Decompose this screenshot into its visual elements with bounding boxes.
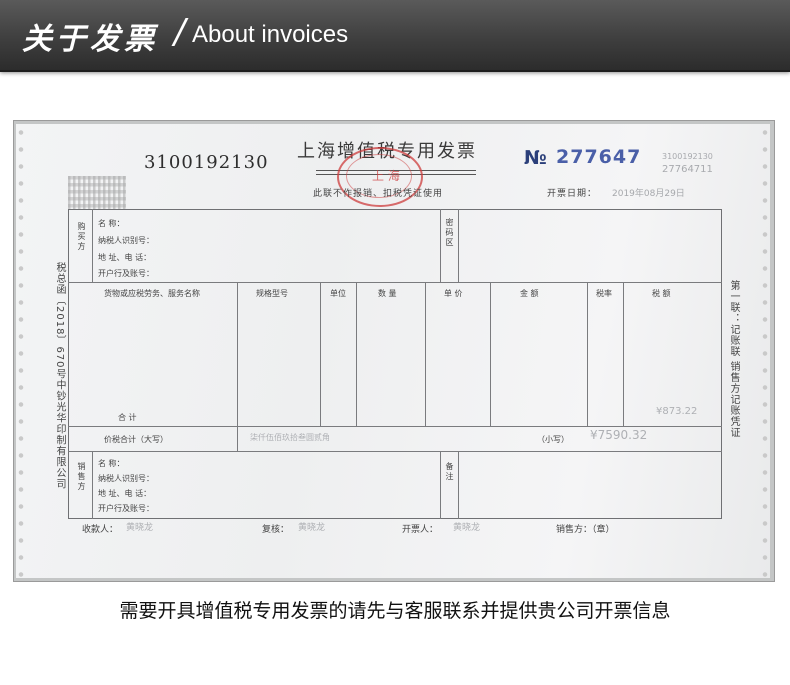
- invoice-number-faint: 27764711: [662, 164, 713, 175]
- cipher-area-label: 密码区: [445, 218, 454, 248]
- table-rule: [458, 209, 459, 282]
- invoice-number: 277647: [556, 146, 642, 168]
- table-rule: [440, 451, 441, 519]
- seller-address-label: 地 址、电 话：: [98, 489, 152, 498]
- tractor-holes-left: [16, 124, 26, 578]
- table-rule: [92, 451, 93, 519]
- payee-label: 收款人：: [82, 525, 119, 535]
- header-edge: [0, 70, 790, 72]
- table-rule: [237, 282, 238, 426]
- table-rule: [587, 282, 588, 426]
- reviewer-value: 黄晓龙: [298, 523, 326, 533]
- reviewer-label: 复核：: [262, 525, 290, 535]
- printer-side-note: 税总函〔2018〕670号中钞光华印制有限公司: [54, 262, 65, 490]
- stamp-text: 上 海: [372, 169, 400, 183]
- issuer-label: 开票人：: [402, 525, 439, 535]
- remarks-label: 备注: [445, 462, 454, 482]
- invoice-code: 3100192130: [144, 152, 269, 173]
- payee-value: 黄晓龙: [126, 523, 154, 533]
- seller-bank-label: 开户行及账号：: [98, 504, 154, 513]
- total-label: 合 计: [118, 413, 137, 422]
- total-tax-value: ¥873.22: [656, 406, 698, 417]
- seller-taxid-label: 纳税人识别号：: [98, 474, 154, 483]
- table-rule: [237, 426, 238, 451]
- qr-code-icon: [68, 176, 126, 210]
- copy-side-note: 第一联：记账联 销售方记账凭证: [728, 280, 739, 439]
- seller-name-label: 名 称：: [98, 459, 125, 468]
- table-rule: [623, 282, 624, 426]
- table-rule: [68, 426, 722, 427]
- price-tax-total-caps: 柒仟伍佰玖拾叁圆贰角: [250, 433, 330, 442]
- header-title-en: About invoices: [192, 21, 349, 48]
- table-rule: [68, 451, 722, 452]
- table-rule: [320, 282, 321, 426]
- caption-text: 需要开具增值税专用发票的请先与客服联系并提供贵公司开票信息: [119, 600, 671, 622]
- usage-note: 此联不作报销、扣税凭证使用: [313, 189, 444, 199]
- date-value: 2019年08月29日: [612, 189, 685, 199]
- tractor-holes-right: [760, 124, 770, 578]
- header-banner: 关于发票 / About invoices: [0, 0, 790, 70]
- buyer-section-label: 购买方: [77, 222, 86, 252]
- header-title-cn: 关于发票: [22, 22, 158, 57]
- buyer-name-label: 名 称：: [98, 219, 125, 228]
- table-rule: [458, 451, 459, 519]
- col-spec: 规格型号: [256, 289, 288, 298]
- col-qty: 数 量: [378, 289, 397, 298]
- table-rule: [425, 282, 426, 426]
- col-price: 单 价: [444, 289, 463, 298]
- price-tax-total-label: 价税合计（大写）: [104, 435, 168, 444]
- small-caps-value: ¥7590.32: [590, 428, 648, 442]
- issuer-value: 黄晓龙: [453, 523, 481, 533]
- table-rule: [440, 209, 441, 282]
- col-goods: 货物或应税劳务、服务名称: [104, 289, 200, 298]
- buyer-address-label: 地 址、电 话：: [98, 253, 152, 262]
- small-caps-label: （小写）: [537, 435, 569, 444]
- col-amount: 金 额: [520, 289, 539, 298]
- buyer-taxid-label: 纳税人识别号：: [98, 236, 154, 245]
- col-unit: 单位: [330, 289, 346, 298]
- invoice-number-sign: №: [524, 147, 547, 169]
- date-label: 开票日期：: [547, 189, 598, 199]
- invoice-code-faint: 3100192130: [662, 152, 713, 161]
- col-rate: 税率: [596, 289, 612, 298]
- table-rule: [490, 282, 491, 426]
- seller-stamp-label: 销售方：（章）: [556, 525, 615, 535]
- header-slash: /: [174, 12, 186, 52]
- buyer-bank-label: 开户行及账号：: [98, 269, 154, 278]
- seller-section-label: 销售方: [77, 462, 86, 492]
- table-rule: [92, 209, 93, 282]
- table-rule: [356, 282, 357, 426]
- col-tax: 税 额: [652, 289, 671, 298]
